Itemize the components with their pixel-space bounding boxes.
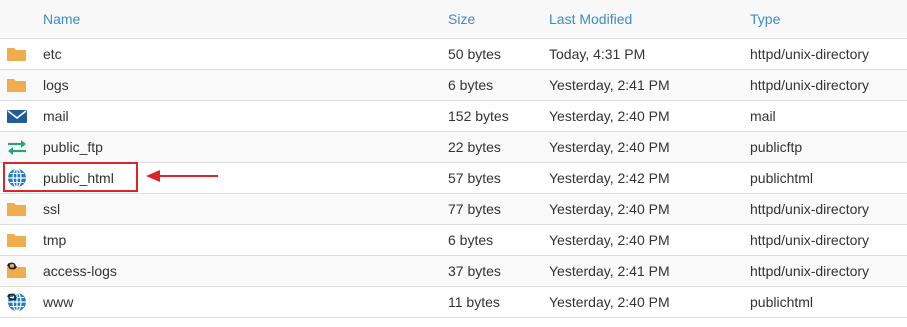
- folder-icon[interactable]: [6, 230, 28, 250]
- file-icon-cell: [0, 286, 36, 318]
- file-name[interactable]: www: [36, 286, 440, 318]
- column-header-size[interactable]: Size: [440, 0, 541, 39]
- file-row-tmp[interactable]: tmp 6 bytes Yesterday, 2:40 PM httpd/unix-d…: [0, 224, 907, 256]
- file-name[interactable]: mail: [36, 100, 440, 132]
- file-size: 57 bytes: [440, 162, 541, 194]
- file-row-public-ftp[interactable]: public_ftp 22 bytes Yesterday, 2:40 PM publ…: [0, 131, 907, 163]
- file-icon-cell: [0, 255, 36, 287]
- file-icon-cell: [0, 38, 36, 70]
- folder-icon[interactable]: [6, 44, 28, 64]
- file-type: httpd/unix-directory: [742, 193, 907, 225]
- file-last-modified: Today, 4:31 PM: [541, 38, 742, 70]
- file-last-modified: Yesterday, 2:41 PM: [541, 255, 742, 287]
- file-type: publicftp: [742, 131, 907, 163]
- file-row-public-html[interactable]: public_html 57 bytes Yesterday, 2:42 PM pub…: [0, 162, 907, 194]
- file-size: 6 bytes: [440, 69, 541, 101]
- file-last-modified: Yesterday, 2:41 PM: [541, 69, 742, 101]
- folder-link-icon[interactable]: [6, 261, 28, 281]
- file-row-ssl[interactable]: ssl 77 bytes Yesterday, 2:40 PM httpd/unix-…: [0, 193, 907, 225]
- file-table: Name Size Last Modified Type etc 50 bytes…: [0, 0, 907, 318]
- globe-icon[interactable]: [6, 168, 28, 188]
- file-type: publichtml: [742, 286, 907, 318]
- file-name[interactable]: etc: [36, 38, 440, 70]
- file-type: mail: [742, 100, 907, 132]
- file-icon-cell: [0, 193, 36, 225]
- file-row-etc[interactable]: etc 50 bytes Today, 4:31 PM httpd/unix-dire…: [0, 38, 907, 70]
- mail-icon[interactable]: [6, 106, 28, 126]
- file-type: httpd/unix-directory: [742, 224, 907, 256]
- file-icon-cell: [0, 69, 36, 101]
- file-last-modified: Yesterday, 2:40 PM: [541, 193, 742, 225]
- column-header-name[interactable]: Name: [36, 0, 440, 39]
- file-last-modified: Yesterday, 2:40 PM: [541, 224, 742, 256]
- folder-icon[interactable]: [6, 199, 28, 219]
- column-header-last-modified[interactable]: Last Modified: [541, 0, 742, 39]
- file-size: 37 bytes: [440, 255, 541, 287]
- file-row-access-logs[interactable]: access-logs 37 bytes Yesterday, 2:41 PM htt…: [0, 255, 907, 287]
- file-size: 11 bytes: [440, 286, 541, 318]
- file-icon-cell: [0, 162, 36, 194]
- file-name[interactable]: tmp: [36, 224, 440, 256]
- file-name[interactable]: access-logs: [36, 255, 440, 287]
- file-type: httpd/unix-directory: [742, 38, 907, 70]
- file-type: httpd/unix-directory: [742, 69, 907, 101]
- file-size: 152 bytes: [440, 100, 541, 132]
- column-header-type[interactable]: Type: [742, 0, 907, 39]
- file-last-modified: Yesterday, 2:40 PM: [541, 131, 742, 163]
- file-last-modified: Yesterday, 2:40 PM: [541, 286, 742, 318]
- file-row-www[interactable]: www 11 bytes Yesterday, 2:40 PM publichtml: [0, 286, 907, 318]
- file-size: 77 bytes: [440, 193, 541, 225]
- file-type: httpd/unix-directory: [742, 255, 907, 287]
- folder-icon[interactable]: [6, 75, 28, 95]
- icon-column-header: [0, 0, 36, 39]
- file-row-mail[interactable]: mail 152 bytes Yesterday, 2:40 PM mail: [0, 100, 907, 132]
- file-name[interactable]: ssl: [36, 193, 440, 225]
- file-size: 6 bytes: [440, 224, 541, 256]
- file-icon-cell: [0, 100, 36, 132]
- globe-link-icon[interactable]: [6, 292, 28, 312]
- file-type: publichtml: [742, 162, 907, 194]
- file-size: 50 bytes: [440, 38, 541, 70]
- file-name[interactable]: public_html: [36, 162, 440, 194]
- transfer-arrows-icon[interactable]: [6, 137, 28, 157]
- file-row-logs[interactable]: logs 6 bytes Yesterday, 2:41 PM httpd/unix-…: [0, 69, 907, 101]
- file-last-modified: Yesterday, 2:40 PM: [541, 100, 742, 132]
- file-icon-cell: [0, 224, 36, 256]
- file-name[interactable]: public_ftp: [36, 131, 440, 163]
- file-icon-cell: [0, 131, 36, 163]
- table-header-row: Name Size Last Modified Type: [0, 0, 907, 39]
- file-name[interactable]: logs: [36, 69, 440, 101]
- annotation-arrow: [146, 170, 218, 182]
- file-last-modified: Yesterday, 2:42 PM: [541, 162, 742, 194]
- file-size: 22 bytes: [440, 131, 541, 163]
